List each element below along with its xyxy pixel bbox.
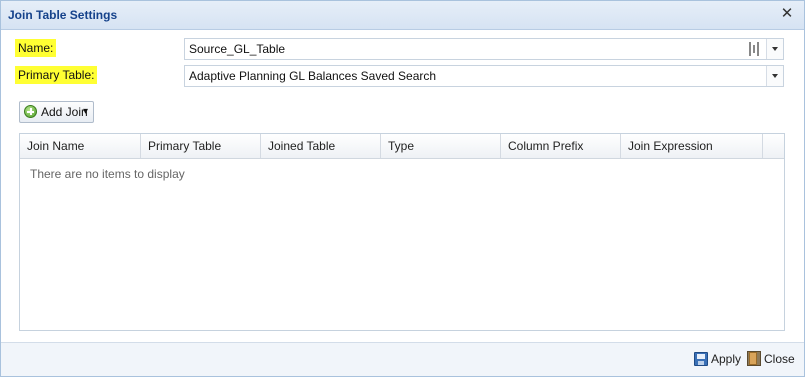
door-exit-icon [747, 351, 761, 366]
dialog-body: Name: Source_GL_Table Primary Table: Ada… [1, 30, 804, 343]
add-icon [24, 105, 37, 118]
column-header-join-expression[interactable]: Join Expression [621, 134, 763, 158]
join-table-settings-dialog: Join Table Settings ✕ Name: Source_GL_Ta… [0, 0, 805, 377]
add-join-caret-icon: ▾ [83, 106, 89, 117]
apply-button[interactable]: Apply [694, 350, 742, 368]
column-header-column-prefix[interactable]: Column Prefix [501, 134, 621, 158]
primary-table-select[interactable]: Adaptive Planning GL Balances Saved Sear… [184, 65, 784, 87]
joins-grid: Join Name Primary Table Joined Table Typ… [19, 133, 785, 331]
add-join-label: Add Join [41, 105, 88, 119]
save-icon [694, 352, 708, 366]
chevron-down-icon[interactable] [766, 66, 783, 86]
dialog-title: Join Table Settings [8, 8, 118, 22]
dialog-footer: Apply Close [1, 342, 804, 376]
close-icon[interactable]: ✕ [779, 5, 795, 23]
primary-table-label: Primary Table: [15, 66, 98, 84]
grip-icon[interactable] [749, 42, 761, 56]
add-join-button[interactable]: Add Join ▾ [19, 101, 94, 123]
close-button[interactable]: Close [747, 350, 795, 368]
apply-label: Apply [711, 352, 742, 366]
empty-grid-message: There are no items to display [30, 167, 185, 181]
name-field[interactable]: Source_GL_Table [184, 38, 784, 60]
chevron-down-icon[interactable] [766, 39, 783, 59]
name-field-value: Source_GL_Table [189, 42, 286, 56]
column-header-type[interactable]: Type [381, 134, 501, 158]
column-header-joined-table[interactable]: Joined Table [261, 134, 381, 158]
grid-header: Join Name Primary Table Joined Table Typ… [20, 134, 784, 159]
column-header-primary-table[interactable]: Primary Table [141, 134, 261, 158]
title-bar[interactable]: Join Table Settings ✕ [1, 1, 804, 30]
name-label: Name: [15, 39, 57, 57]
primary-table-value: Adaptive Planning GL Balances Saved Sear… [189, 69, 437, 83]
column-header-join-name[interactable]: Join Name [20, 134, 141, 158]
close-label: Close [764, 352, 795, 366]
